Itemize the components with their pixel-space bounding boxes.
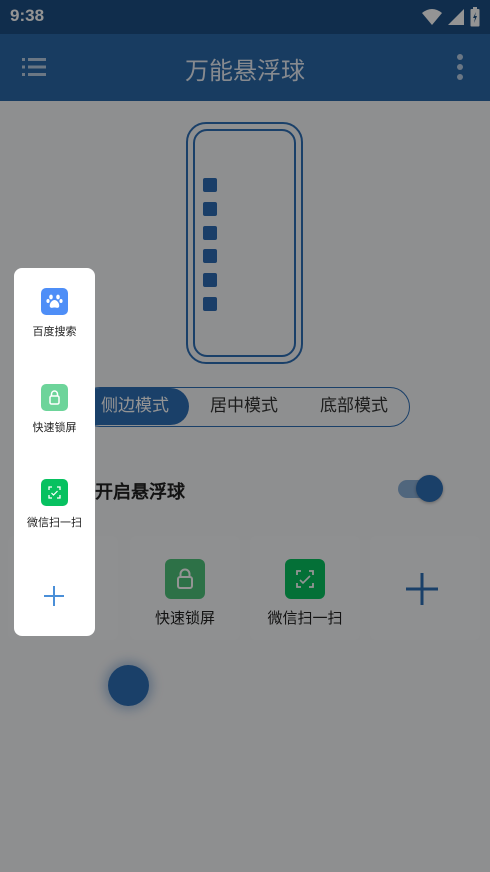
lock-icon[interactable] <box>41 384 68 411</box>
plus-icon[interactable] <box>43 585 65 607</box>
panel-item-label[interactable]: 微信扫一扫 <box>14 514 95 530</box>
scan-icon[interactable] <box>41 479 68 506</box>
panel-item-label[interactable]: 快速锁屏 <box>14 419 95 435</box>
panel-item-label[interactable]: 百度搜索 <box>14 323 95 339</box>
baidu-paw-icon[interactable] <box>41 288 68 315</box>
floating-panel: 百度搜索 快速锁屏 微信扫一扫 <box>14 268 95 636</box>
